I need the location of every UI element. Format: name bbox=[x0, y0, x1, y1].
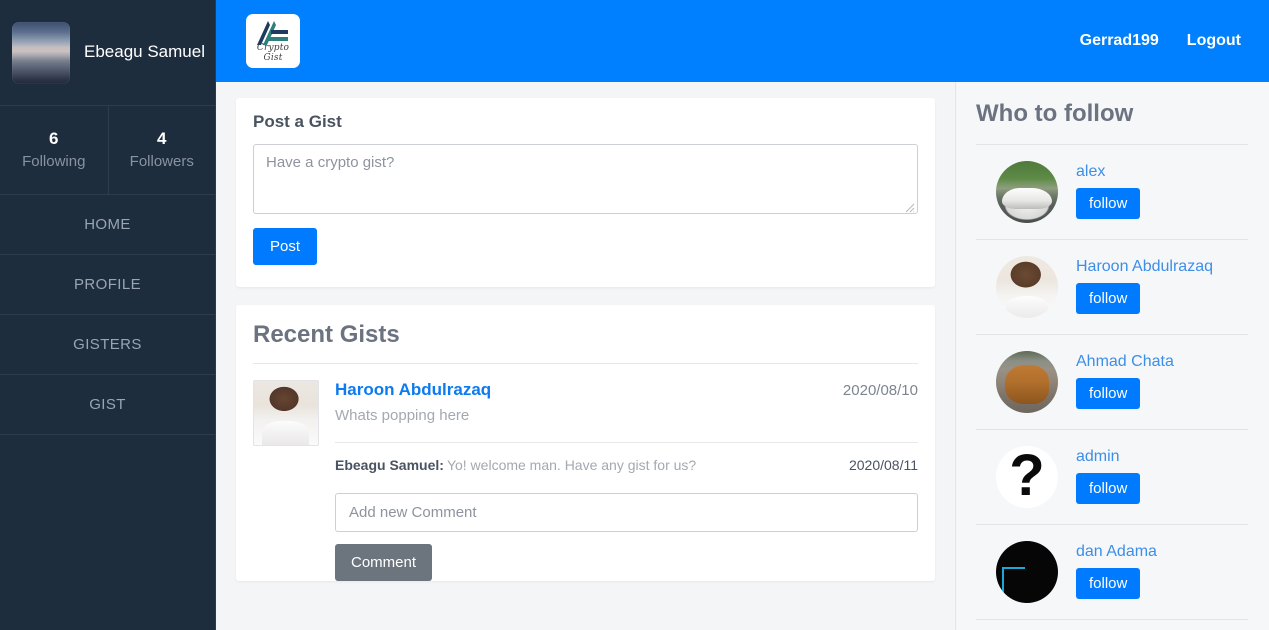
profile-avatar bbox=[12, 21, 70, 84]
follow-user-link[interactable]: admin bbox=[1076, 448, 1140, 466]
comment-item: Ebeagu Samuel: Yo! welcome man. Have any… bbox=[335, 443, 918, 473]
top-nav-links: Gerrad199 Logout bbox=[1080, 0, 1241, 82]
follow-list-item: Haroon Abdulrazaq follow bbox=[976, 240, 1248, 334]
gist-textarea-wrapper bbox=[253, 144, 918, 214]
question-mark-icon: ? bbox=[1009, 446, 1045, 508]
sidebar-profile: Ebeagu Samuel bbox=[0, 0, 215, 105]
ahmad-chata-avatar[interactable] bbox=[996, 351, 1058, 413]
follow-body: admin follow bbox=[1076, 446, 1141, 504]
add-comment-block: Comment bbox=[236, 493, 935, 581]
gist-author-avatar[interactable] bbox=[253, 380, 319, 446]
gist-item: Haroon Abdulrazaq 2020/08/10 Whats poppi… bbox=[236, 364, 935, 473]
follow-button[interactable]: follow bbox=[1076, 378, 1141, 409]
profile-stats: 6 Following 4 Followers bbox=[0, 105, 215, 195]
follow-user-link[interactable]: Ahmad Chata bbox=[1076, 353, 1174, 371]
comment-author: Ebeagu Samuel bbox=[335, 457, 440, 473]
who-to-follow-title: Who to follow bbox=[976, 100, 1134, 127]
profile-name: Ebeagu Samuel bbox=[84, 42, 205, 62]
follow-user-link[interactable]: alex bbox=[1076, 163, 1140, 181]
follow-user-link[interactable]: Haroon Abdulrazaq bbox=[1076, 258, 1213, 276]
followers-count: 4 bbox=[157, 129, 167, 148]
app-root: Ebeagu Samuel 6 Following 4 Followers HO… bbox=[0, 0, 1269, 630]
sidebar-item-gisters[interactable]: GISTERS bbox=[0, 315, 215, 375]
follow-body: Ahmad Chata follow bbox=[1076, 351, 1174, 409]
follow-button[interactable]: follow bbox=[1076, 188, 1141, 219]
sidebar-nav: HOME PROFILE GISTERS GIST bbox=[0, 195, 215, 435]
sidebar-item-profile[interactable]: PROFILE bbox=[0, 255, 215, 315]
post-gist-title: Post a Gist bbox=[253, 112, 342, 131]
haroon-avatar[interactable] bbox=[996, 256, 1058, 318]
username-link[interactable]: Gerrad199 bbox=[1080, 32, 1159, 50]
recent-gists-card: Recent Gists Haroon Abdulrazaq 2020/08/1… bbox=[236, 305, 935, 581]
follow-body: dan Adama follow bbox=[1076, 541, 1157, 599]
follow-list-item: Ahmad Chata follow bbox=[976, 335, 1248, 429]
recent-gists-title: Recent Gists bbox=[253, 321, 400, 348]
follow-button[interactable]: follow bbox=[1076, 283, 1141, 314]
follow-list-item: dan Adama follow bbox=[976, 525, 1248, 619]
dan-adama-avatar[interactable] bbox=[996, 541, 1058, 603]
gist-header: Haroon Abdulrazaq 2020/08/10 bbox=[335, 380, 918, 400]
top-navbar: Crypto Gist Gerrad199 Logout bbox=[216, 0, 1269, 82]
follow-body: Haroon Abdulrazaq follow bbox=[1076, 256, 1213, 314]
follow-user-link[interactable]: dan Adama bbox=[1076, 543, 1157, 561]
stat-following[interactable]: 6 Following bbox=[0, 106, 108, 194]
gist-text: Whats popping here bbox=[335, 407, 470, 424]
brand-logo-text: Crypto Gist bbox=[256, 43, 290, 63]
main-content: Post a Gist Post Recent Gists bbox=[216, 82, 956, 630]
comment-button[interactable]: Comment bbox=[335, 544, 433, 581]
follow-list-item: ? admin follow bbox=[976, 430, 1248, 524]
follow-list-item: alex follow bbox=[976, 145, 1248, 239]
alex-avatar[interactable] bbox=[996, 161, 1058, 223]
sidebar-item-home[interactable]: HOME bbox=[0, 195, 215, 255]
stat-followers[interactable]: 4 Followers bbox=[107, 106, 216, 194]
post-gist-card: Post a Gist Post bbox=[236, 98, 935, 287]
following-count: 6 bbox=[49, 129, 59, 148]
sidebar-item-gist[interactable]: GIST bbox=[0, 375, 215, 435]
gist-body: Haroon Abdulrazaq 2020/08/10 Whats poppi… bbox=[335, 380, 918, 473]
follow-button[interactable]: follow bbox=[1076, 568, 1141, 599]
who-to-follow-panel: Who to follow alex follow Haroon Abdulra… bbox=[957, 82, 1269, 630]
logout-link[interactable]: Logout bbox=[1187, 32, 1241, 50]
comment-text: Yo! welcome man. Have any gist for us? bbox=[446, 457, 697, 473]
follow-body: alex follow bbox=[1076, 161, 1141, 219]
comment-date: 2020/08/11 bbox=[848, 457, 918, 473]
admin-avatar[interactable]: ? bbox=[996, 446, 1058, 508]
sidebar: Ebeagu Samuel 6 Following 4 Followers HO… bbox=[0, 0, 216, 630]
gist-textarea[interactable] bbox=[253, 144, 918, 214]
gist-date: 2020/08/10 bbox=[842, 382, 918, 399]
following-label: Following bbox=[22, 153, 86, 171]
comment-separator: : bbox=[439, 457, 444, 473]
followers-label: Followers bbox=[129, 153, 194, 171]
brand-logo[interactable]: Crypto Gist bbox=[246, 14, 300, 68]
add-comment-input[interactable] bbox=[335, 493, 918, 532]
follow-button[interactable]: follow bbox=[1076, 473, 1141, 504]
post-button[interactable]: Post bbox=[253, 228, 318, 265]
gist-author-link[interactable]: Haroon Abdulrazaq bbox=[335, 380, 491, 400]
follow-divider bbox=[976, 619, 1248, 620]
